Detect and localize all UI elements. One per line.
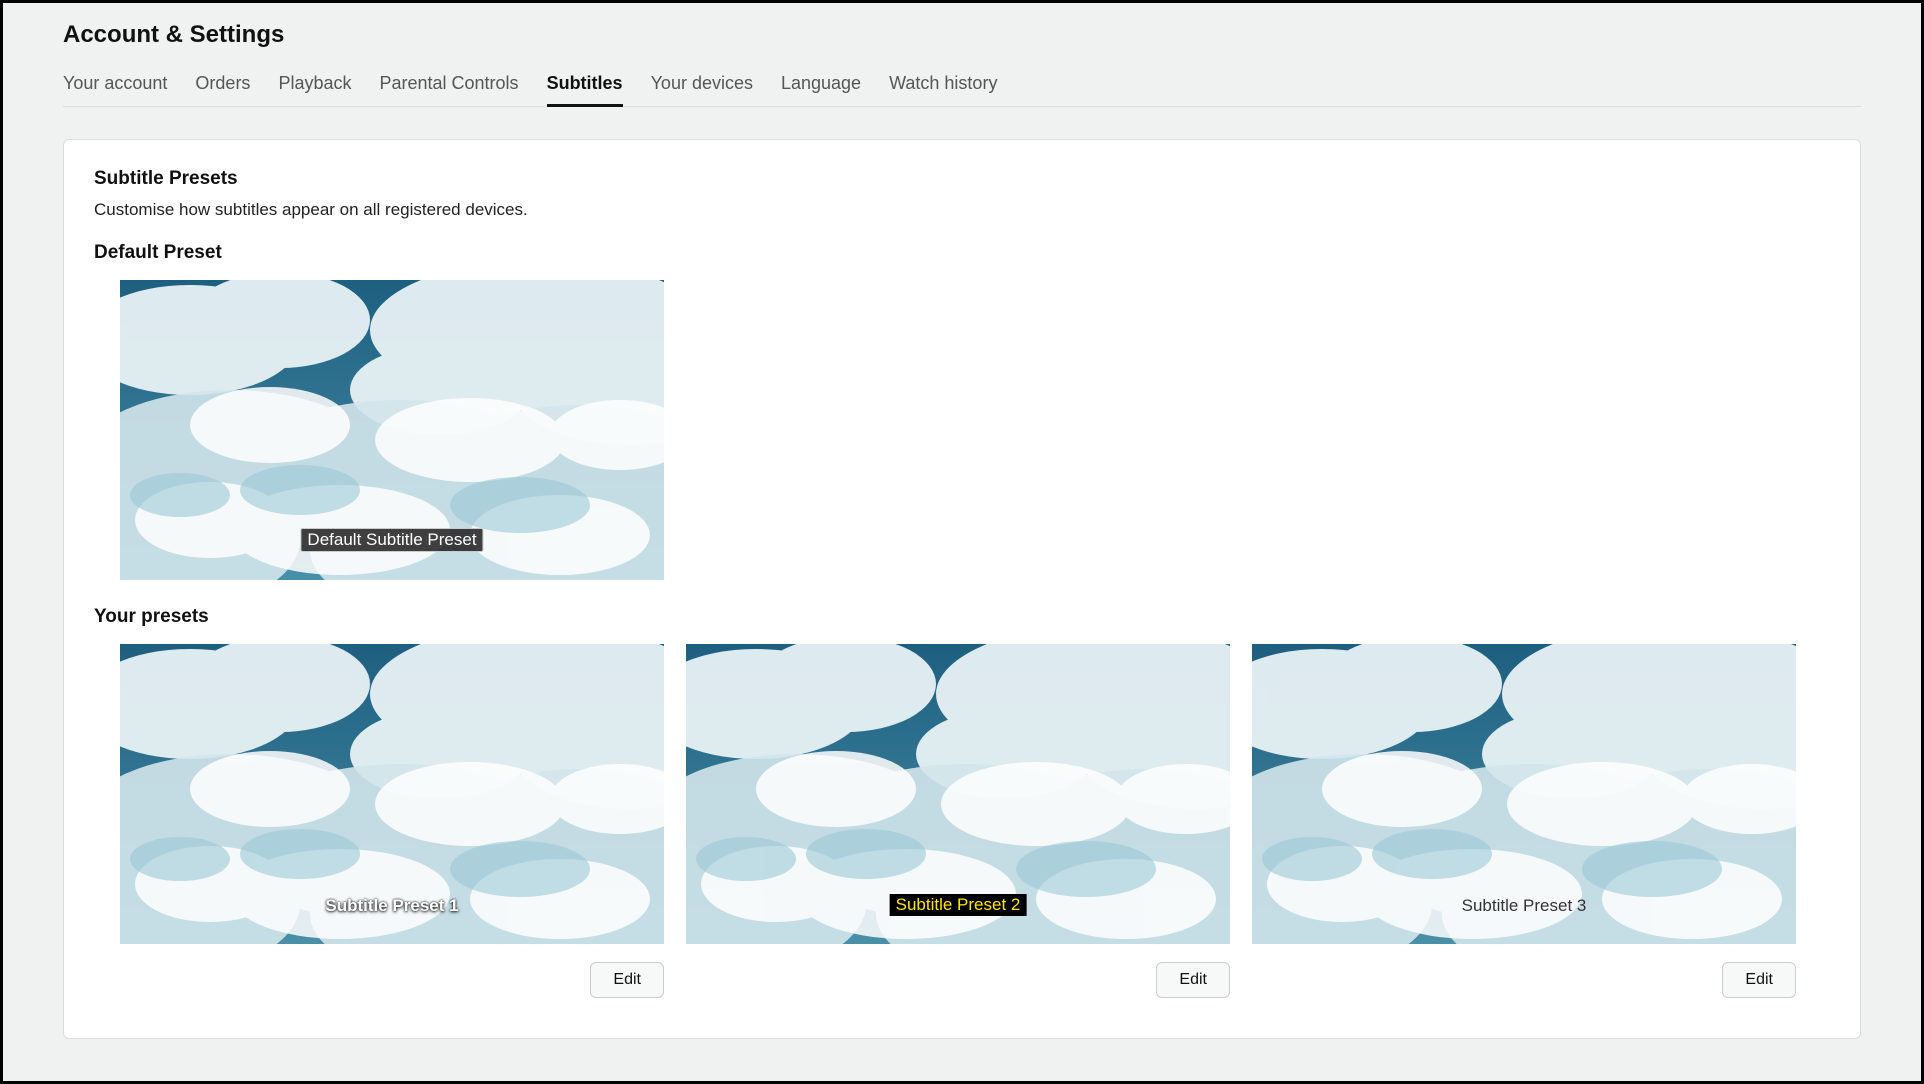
default-preset-label: Default Subtitle Preset	[300, 528, 483, 552]
tab-parental-controls[interactable]: Parental Controls	[379, 67, 518, 106]
preset-3-block: Subtitle Preset 3 Edit	[1252, 644, 1796, 998]
preset-2-label: Subtitle Preset 2	[890, 894, 1027, 916]
settings-tabs: Your account Orders Playback Parental Co…	[63, 67, 1861, 107]
tab-your-devices[interactable]: Your devices	[651, 67, 753, 106]
tab-subtitles[interactable]: Subtitles	[547, 67, 623, 107]
tab-your-account[interactable]: Your account	[63, 67, 167, 106]
preset-1-preview[interactable]: Subtitle Preset 1	[120, 644, 664, 944]
subtitles-panel: Subtitle Presets Customise how subtitles…	[63, 139, 1861, 1039]
default-preset-block: Default Subtitle Preset	[120, 280, 664, 580]
default-preset-row: Default Subtitle Preset	[120, 280, 1830, 580]
preset-1-edit-button[interactable]: Edit	[590, 962, 664, 998]
your-presets-heading: Your presets	[94, 606, 1830, 628]
preset-3-edit-button[interactable]: Edit	[1722, 962, 1796, 998]
preset-2-block: Subtitle Preset 2 Edit	[686, 644, 1230, 998]
default-preset-heading: Default Preset	[94, 242, 1830, 264]
preset-3-preview[interactable]: Subtitle Preset 3	[1252, 644, 1796, 944]
preset-1-block: Subtitle Preset 1 Edit	[120, 644, 664, 998]
subtitle-presets-description: Customise how subtitles appear on all re…	[94, 200, 1830, 220]
preset-1-label: Subtitle Preset 1	[325, 896, 458, 916]
preset-2-edit-button[interactable]: Edit	[1156, 962, 1230, 998]
tab-watch-history[interactable]: Watch history	[889, 67, 997, 106]
preset-2-preview[interactable]: Subtitle Preset 2	[686, 644, 1230, 944]
page-title: Account & Settings	[63, 21, 1861, 49]
tab-orders[interactable]: Orders	[195, 67, 250, 106]
your-presets-row: Subtitle Preset 1 Edit Subtitle Preset 2…	[120, 644, 1830, 998]
tab-language[interactable]: Language	[781, 67, 861, 106]
tab-playback[interactable]: Playback	[278, 67, 351, 106]
default-preset-preview[interactable]: Default Subtitle Preset	[120, 280, 664, 580]
subtitle-presets-heading: Subtitle Presets	[94, 168, 1830, 190]
preset-3-label: Subtitle Preset 3	[1462, 896, 1587, 916]
